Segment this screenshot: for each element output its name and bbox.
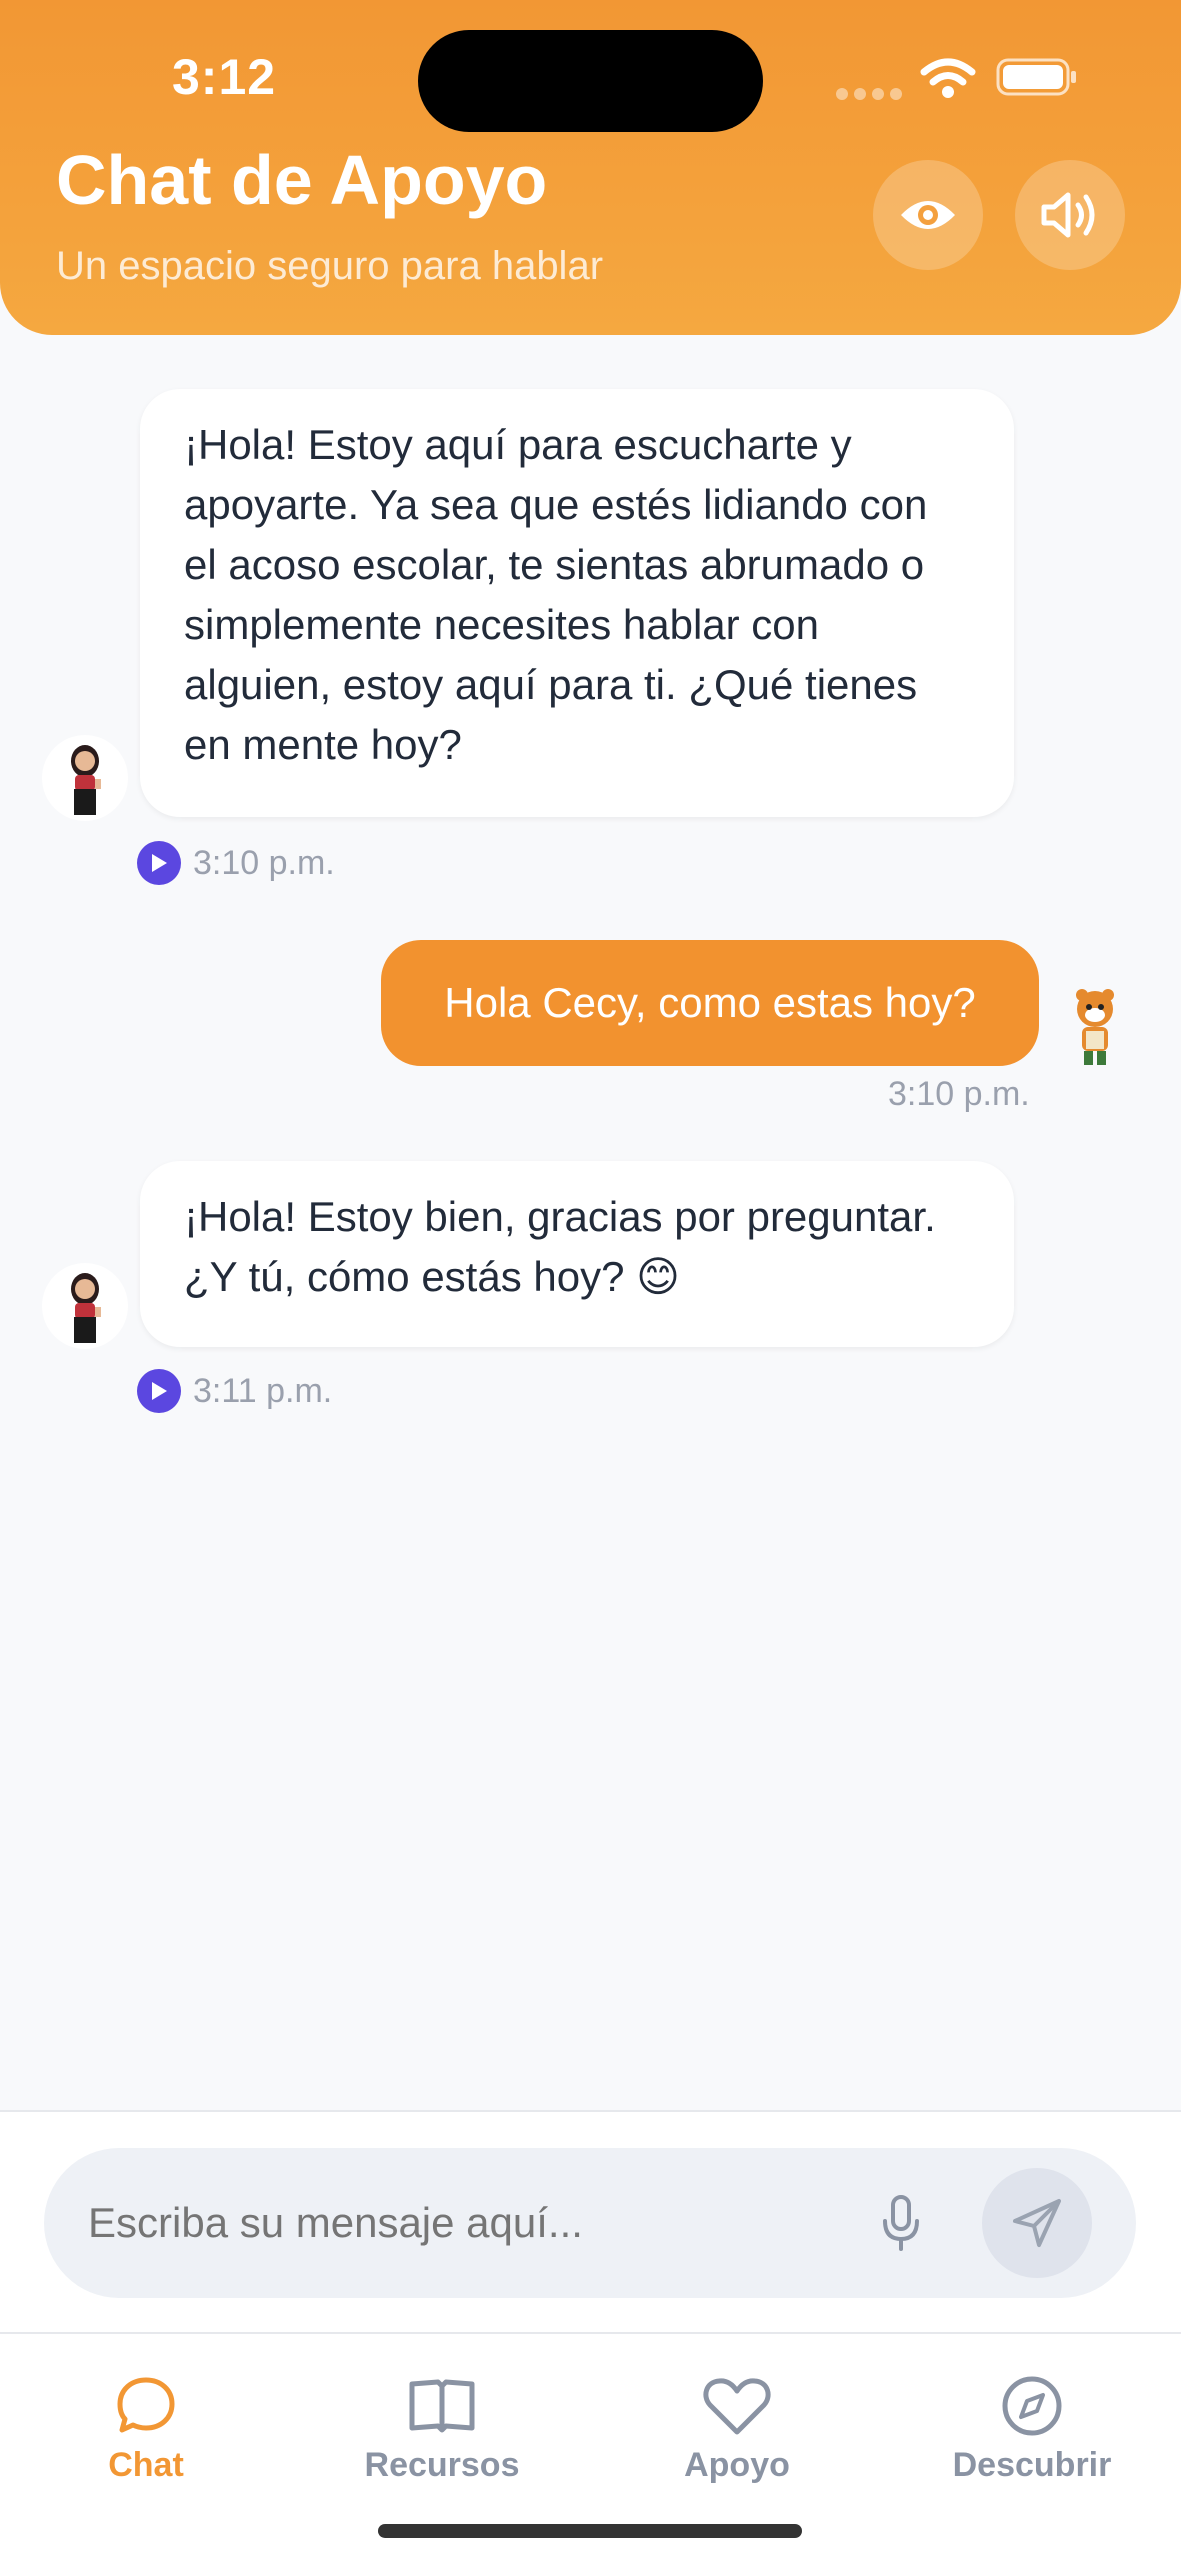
send-icon — [1013, 2199, 1061, 2247]
signal-dot — [872, 88, 884, 100]
girl-avatar-icon — [71, 1273, 101, 1343]
user-message-text: Hola Cecy, como estas hoy? — [444, 979, 976, 1026]
tiger-avatar-icon — [1076, 989, 1114, 1065]
status-time: 3:12 — [172, 49, 277, 105]
message-time: 3:10 p.m. — [888, 1075, 1030, 1113]
message-time: 3:10 p.m. — [193, 843, 335, 882]
signal-dot — [836, 88, 848, 100]
nav-label-recursos: Recursos — [364, 2446, 520, 2484]
signal-dot — [854, 88, 866, 100]
message-meta: 3:10 p.m. — [888, 1075, 1030, 1114]
status-icons — [836, 52, 1081, 102]
dynamic-island — [418, 30, 763, 132]
chat-bubble-icon — [117, 2377, 175, 2433]
nav-item-chat[interactable]: Chat — [36, 2374, 256, 2485]
nav-item-apoyo[interactable]: Apoyo — [627, 2374, 847, 2485]
user-avatar — [1052, 985, 1138, 1071]
user-message-bubble: Hola Cecy, como estas hoy? — [381, 940, 1039, 1066]
page-title: Chat de Apoyo — [56, 141, 548, 219]
send-button[interactable] — [982, 2168, 1092, 2278]
bot-message-text: ¡Hola! Estoy bien, gracias por preguntar… — [184, 1193, 936, 1300]
wifi-icon — [920, 58, 976, 98]
message-meta: 3:11 p.m. — [137, 1369, 332, 1413]
message-input-container — [44, 2148, 1136, 2298]
nav-label-descubrir: Descubrir — [952, 2446, 1112, 2484]
play-icon — [152, 854, 167, 872]
battery-icon — [996, 58, 1076, 96]
microphone-button[interactable] — [864, 2186, 938, 2260]
compass-icon — [1002, 2376, 1062, 2436]
bot-avatar — [42, 1263, 128, 1349]
play-icon — [152, 1382, 167, 1400]
play-audio-button[interactable] — [137, 841, 181, 885]
nav-item-descubrir[interactable]: Descubrir — [922, 2374, 1142, 2485]
bot-message-bubble: ¡Hola! Estoy aquí para escucharte y apoy… — [140, 389, 1014, 817]
message-time: 3:11 p.m. — [193, 1371, 333, 1410]
home-indicator[interactable] — [378, 2524, 802, 2538]
message-input[interactable] — [88, 2148, 868, 2298]
message-list[interactable]: ¡Hola! Estoy aquí para escucharte y apoy… — [0, 335, 1181, 2110]
nav-label-chat: Chat — [108, 2446, 184, 2484]
eye-icon — [901, 201, 955, 229]
heart-icon — [703, 2378, 771, 2435]
page-subtitle: Un espacio seguro para hablar — [56, 244, 604, 288]
speaker-icon — [1041, 192, 1095, 238]
speaker-button[interactable] — [1015, 160, 1125, 270]
girl-avatar-icon — [71, 745, 101, 815]
nav-label-apoyo: Apoyo — [684, 2446, 790, 2484]
bot-message-text: ¡Hola! Estoy aquí para escucharte y apoy… — [184, 421, 928, 768]
signal-dot — [890, 88, 902, 100]
message-meta: 3:10 p.m. — [137, 841, 335, 885]
book-icon — [409, 2379, 475, 2433]
play-audio-button[interactable] — [137, 1369, 181, 1413]
visibility-button[interactable] — [873, 160, 983, 270]
nav-item-recursos[interactable]: Recursos — [332, 2374, 552, 2485]
microphone-icon — [883, 2195, 919, 2251]
bot-message-bubble: ¡Hola! Estoy bien, gracias por preguntar… — [140, 1161, 1014, 1347]
composer — [0, 2110, 1181, 2334]
bot-avatar — [42, 735, 128, 821]
app-header: 3:12 Chat de Apoyo Un espacio seguro par… — [0, 0, 1181, 335]
